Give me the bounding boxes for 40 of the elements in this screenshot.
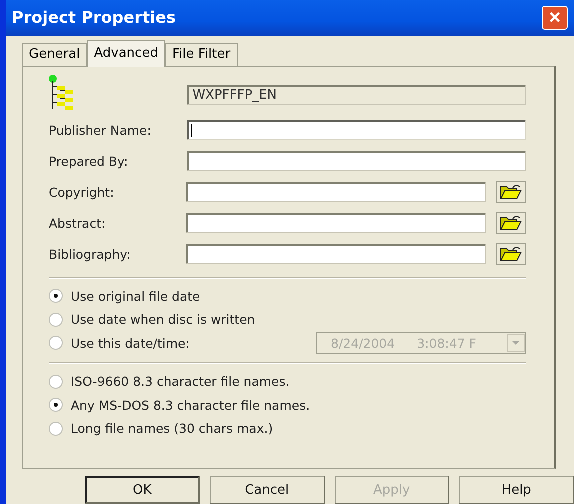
radio-icon[interactable] [49, 374, 63, 389]
radio-option[interactable]: ISO-9660 8.3 character file names. [49, 370, 526, 394]
radio-icon[interactable] [49, 422, 63, 436]
radio-option[interactable]: Use date when disc is written [49, 308, 526, 332]
dialog-button[interactable]: Help [459, 476, 574, 504]
time-text: 3:08:47 F [416, 336, 476, 351]
field-label: Prepared By: [49, 154, 130, 169]
radio-icon[interactable] [49, 289, 63, 304]
radio-option[interactable]: Use original file date [49, 284, 526, 308]
text-field[interactable] [186, 120, 526, 140]
tab[interactable]: General [22, 42, 88, 66]
browse-button[interactable] [496, 212, 526, 234]
radio-option[interactable]: Any MS-DOS 8.3 character file names. [49, 394, 526, 418]
close-button[interactable]: × [542, 6, 568, 30]
text-field[interactable] [186, 213, 486, 234]
date-text: 8/24/2004 [330, 336, 396, 351]
radio-icon[interactable] [49, 312, 63, 327]
tree-icon [49, 75, 73, 112]
radio-icon[interactable] [49, 398, 63, 412]
field-label: Abstract: [49, 216, 107, 231]
radio-option[interactable]: Long file names (30 chars max.) [49, 417, 526, 441]
window-title: Project Properties [12, 8, 176, 28]
dialog-button[interactable]: OK [85, 476, 200, 504]
radio-icon[interactable] [49, 336, 63, 350]
dialog-button[interactable]: Cancel [210, 476, 324, 504]
browse-button[interactable] [496, 243, 526, 266]
text-field[interactable] [186, 151, 526, 172]
text-cursor [190, 124, 192, 138]
folder-icon [500, 215, 522, 232]
text-field[interactable] [186, 182, 486, 202]
field-label: Publisher Name: [49, 122, 152, 138]
folder-icon [500, 184, 522, 200]
caret-icon [512, 341, 520, 346]
folder-icon [500, 246, 522, 262]
browse-button[interactable] [496, 181, 526, 204]
field-label: Copyright: [49, 184, 116, 200]
field-label: Bibliography: [49, 246, 132, 262]
text-field[interactable] [186, 244, 486, 264]
tab[interactable]: File Filter [165, 42, 238, 66]
tab[interactable]: Advanced [87, 40, 166, 67]
